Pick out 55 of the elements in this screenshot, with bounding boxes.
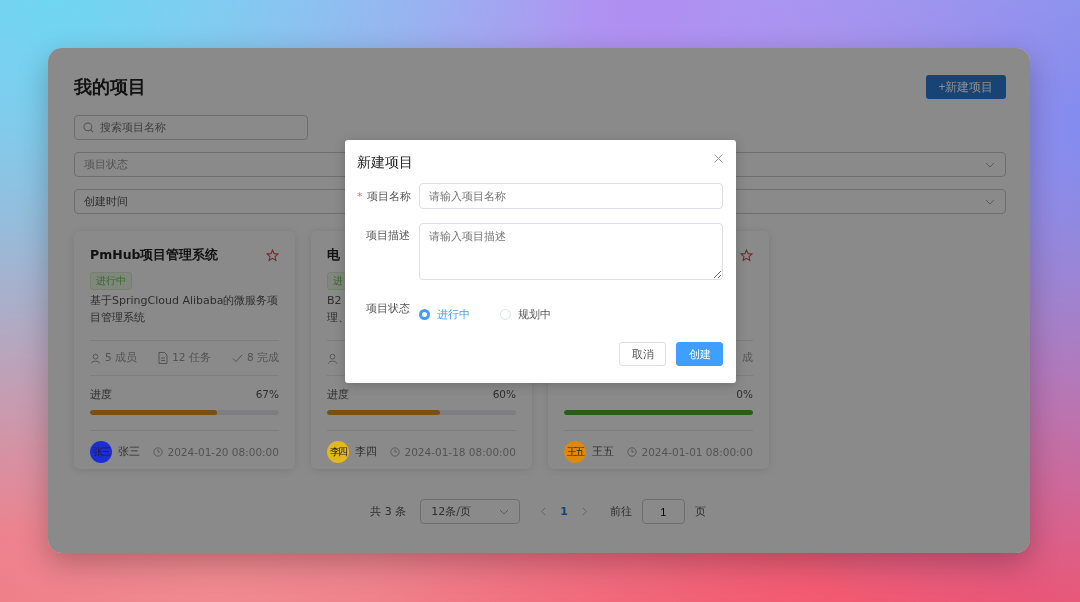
project-description: 目管理系统	[90, 310, 145, 326]
field-label: 项目状态	[366, 301, 410, 315]
clock-icon	[390, 447, 401, 457]
page-jump-field[interactable]: 1	[641, 499, 685, 524]
page-title: 我的项目	[74, 75, 146, 99]
page-number[interactable]: 1	[560, 505, 568, 518]
select-value: 创建时间	[84, 194, 128, 209]
clock-icon	[627, 447, 638, 457]
progress-label: 进度	[327, 388, 349, 402]
progress-value: 67%	[255, 388, 279, 402]
avatar: 李四	[327, 441, 349, 463]
field-label: 项目描述	[366, 229, 410, 242]
person-icon	[327, 352, 338, 364]
star-icon[interactable]	[740, 248, 753, 262]
project-description: 理、	[327, 310, 349, 326]
field-label: 项目名称	[366, 189, 411, 203]
next-page-icon[interactable]	[581, 507, 588, 516]
radio-option[interactable]: 进行中	[419, 307, 470, 322]
chevron-icon	[499, 508, 510, 515]
clock-icon	[153, 447, 164, 457]
chevron-icon	[985, 161, 995, 168]
avatar: 张三	[90, 441, 112, 463]
cancel-button[interactable]: 取消	[619, 342, 666, 366]
total-count: 共 3 条	[370, 504, 407, 519]
previous-page-icon[interactable]	[540, 507, 547, 516]
description-field[interactable]: 请输入项目描述	[419, 223, 723, 280]
name-field[interactable]: 请输入项目名称	[419, 183, 723, 209]
new-project-button[interactable]: +新建项目	[926, 75, 1006, 99]
project-title: PmHub项目管理系统	[90, 246, 219, 264]
progress-value: 60%	[492, 388, 516, 402]
project-title: 电	[327, 246, 340, 264]
star-icon[interactable]	[266, 248, 279, 262]
jump-label: 前往	[609, 504, 632, 519]
person-icon	[90, 352, 101, 364]
project-description: B2	[327, 293, 342, 309]
close-icon[interactable]	[714, 154, 723, 163]
document-icon	[158, 352, 169, 364]
avatar: 王五	[564, 441, 586, 463]
progress-label: 进度	[90, 388, 112, 402]
page-suffix: 页	[694, 504, 706, 519]
radio-option[interactable]: 规划中	[500, 307, 551, 322]
status-tag: 进行中	[90, 272, 132, 290]
progress-value: 0%	[736, 388, 753, 402]
required-mark: *	[357, 189, 363, 203]
owner-name: 王五	[592, 445, 614, 459]
owner-name: 李四	[355, 445, 377, 459]
search-field[interactable]: 搜索项目名称	[74, 115, 308, 140]
page-size-select[interactable]: 12条/页	[420, 499, 521, 524]
radio-button[interactable]	[419, 309, 430, 320]
project-description: 基于SpringCloud Alibaba的微服务项	[90, 293, 279, 309]
check-icon	[231, 353, 243, 363]
dialog-title: 新建项目	[357, 154, 413, 172]
create-button[interactable]: 创建	[676, 342, 723, 366]
search-icon	[83, 122, 94, 133]
chevron-icon	[985, 198, 995, 205]
